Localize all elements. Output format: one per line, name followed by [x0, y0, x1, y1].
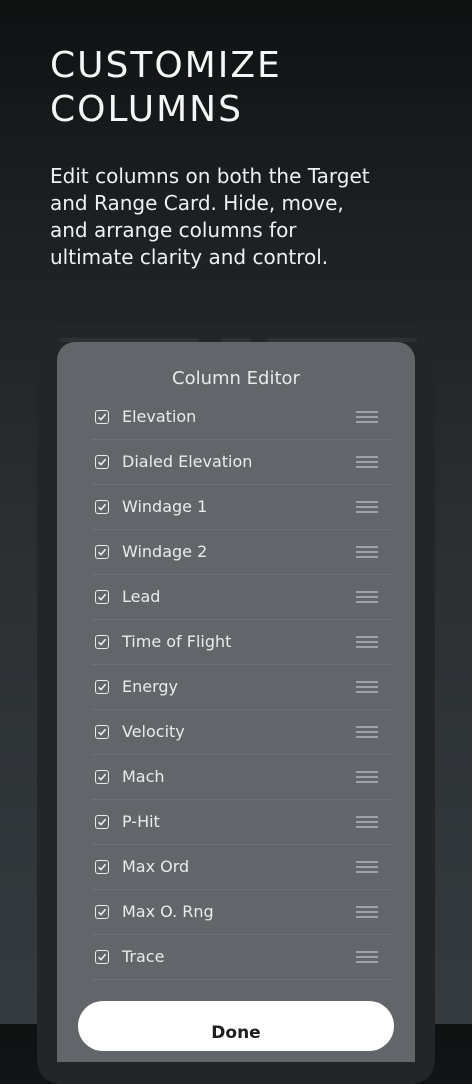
column-label: Velocity — [122, 722, 185, 741]
drag-handle-icon[interactable] — [356, 681, 378, 693]
checkbox-checked-icon[interactable] — [95, 680, 109, 694]
column-label: Mach — [122, 767, 165, 786]
column-row-max-ord[interactable]: Max Ord — [92, 845, 392, 890]
drag-handle-icon[interactable] — [356, 546, 378, 558]
checkbox-checked-icon[interactable] — [95, 500, 109, 514]
drag-handle-icon[interactable] — [356, 501, 378, 513]
column-label: Time of Flight — [122, 632, 232, 651]
headline: CUSTOMIZE COLUMNS — [50, 44, 282, 132]
column-label: Windage 2 — [122, 542, 208, 561]
checkbox-checked-icon[interactable] — [95, 725, 109, 739]
drag-handle-icon[interactable] — [356, 771, 378, 783]
column-label: Lead — [122, 587, 161, 606]
checkbox-checked-icon[interactable] — [95, 905, 109, 919]
column-list: Elevation Dialed Elevation Windage 1 Win… — [92, 395, 392, 980]
column-row-trace[interactable]: Trace — [92, 935, 392, 980]
column-label: Energy — [122, 677, 179, 696]
drag-handle-icon[interactable] — [356, 816, 378, 828]
column-label: P-Hit — [122, 812, 160, 831]
checkbox-checked-icon[interactable] — [95, 635, 109, 649]
column-row-lead[interactable]: Lead — [92, 575, 392, 620]
drag-handle-icon[interactable] — [356, 726, 378, 738]
drag-handle-icon[interactable] — [356, 411, 378, 423]
checkbox-checked-icon[interactable] — [95, 545, 109, 559]
drag-handle-icon[interactable] — [356, 861, 378, 873]
drag-handle-icon[interactable] — [356, 951, 378, 963]
drag-handle-icon[interactable] — [356, 591, 378, 603]
column-row-dialed-elevation[interactable]: Dialed Elevation — [92, 440, 392, 485]
column-editor-title: Column Editor — [172, 368, 300, 389]
drag-handle-icon[interactable] — [356, 906, 378, 918]
checkbox-checked-icon[interactable] — [95, 410, 109, 424]
headline-line-2: COLUMNS — [50, 89, 243, 130]
column-row-velocity[interactable]: Velocity — [92, 710, 392, 755]
column-label: Dialed Elevation — [122, 452, 253, 471]
checkbox-checked-icon[interactable] — [95, 950, 109, 964]
column-row-windage-2[interactable]: Windage 2 — [92, 530, 392, 575]
column-label: Max Ord — [122, 857, 190, 876]
checkbox-checked-icon[interactable] — [95, 860, 109, 874]
column-row-windage-1[interactable]: Windage 1 — [92, 485, 392, 530]
column-row-elevation[interactable]: Elevation — [92, 395, 392, 440]
column-label: Elevation — [122, 407, 197, 426]
drag-handle-icon[interactable] — [356, 636, 378, 648]
column-label: Windage 1 — [122, 497, 208, 516]
column-row-max-o-rng[interactable]: Max O. Rng — [92, 890, 392, 935]
headline-line-1: CUSTOMIZE — [50, 45, 282, 86]
checkbox-checked-icon[interactable] — [95, 590, 109, 604]
description-text: Edit columns on both the Target and Rang… — [50, 164, 370, 269]
column-row-energy[interactable]: Energy — [92, 665, 392, 710]
column-row-time-of-flight[interactable]: Time of Flight — [92, 620, 392, 665]
checkbox-checked-icon[interactable] — [95, 455, 109, 469]
column-editor-sheet: Column Editor Elevation Dialed Elevation… — [57, 342, 415, 1062]
checkbox-checked-icon[interactable] — [95, 815, 109, 829]
column-row-mach[interactable]: Mach — [92, 755, 392, 800]
column-label: Max O. Rng — [122, 902, 214, 921]
drag-handle-icon[interactable] — [356, 456, 378, 468]
column-row-p-hit[interactable]: P-Hit — [92, 800, 392, 845]
done-button[interactable]: Done — [78, 1001, 394, 1051]
checkbox-checked-icon[interactable] — [95, 770, 109, 784]
column-label: Trace — [122, 947, 165, 966]
